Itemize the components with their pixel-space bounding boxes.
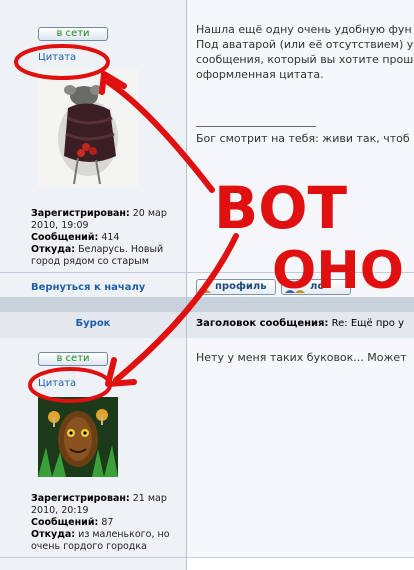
- post-line: Нашла ещё одну очень удобную фун: [196, 23, 412, 36]
- location-row: Откуда: из маленького, но очень гордого …: [31, 529, 170, 552]
- footer-left-post2: [0, 558, 186, 570]
- post-body: Нашла ещё одну очень удобную фун Под ава…: [196, 22, 414, 82]
- profile-button[interactable]: профиль: [196, 279, 276, 295]
- subject-label: Заголовок сообщения:: [196, 318, 329, 329]
- pm-button-label: лс: [310, 281, 324, 292]
- avatar: [38, 68, 138, 188]
- registered-row: Зарегистрирован: 20 мар 2010, 19:09: [31, 208, 167, 231]
- profile-icon: [200, 281, 212, 293]
- online-badge: в сети: [38, 27, 108, 41]
- registered-row: Зарегистрирован: 21 мар 2010, 20:19: [31, 493, 167, 516]
- post-line: оформленная цитата.: [196, 68, 324, 81]
- back-to-top-link[interactable]: Вернуться к началу: [31, 282, 145, 293]
- column-divider: [186, 0, 187, 570]
- avatar: [38, 397, 118, 477]
- author-info: Зарегистрирован: 20 мар 2010, 19:09 Сооб…: [31, 208, 181, 268]
- posts-count-row: Сообщений: 414: [31, 232, 120, 243]
- post-line: Под аватарой (или её отсутствием) у: [196, 38, 414, 51]
- quote-link[interactable]: Цитата: [38, 378, 76, 389]
- post-subject: Заголовок сообщения: Re: Ещё про у: [196, 318, 414, 329]
- users-icon: [285, 281, 307, 293]
- signature-divider: [196, 126, 316, 127]
- quote-link[interactable]: Цитата: [38, 52, 76, 63]
- online-badge: в сети: [38, 352, 108, 366]
- subject-value: Re: Ещё про у: [331, 318, 404, 329]
- profile-button-label: профиль: [215, 281, 267, 292]
- author-info: Зарегистрирован: 21 мар 2010, 20:19 Сооб…: [31, 493, 181, 553]
- post-line: сообщения, который вы хотите прош: [196, 53, 414, 66]
- right-column-post2: [187, 338, 414, 558]
- author-name[interactable]: Бурок: [0, 318, 186, 329]
- post-separator: [0, 297, 414, 311]
- pm-button[interactable]: лс: [281, 279, 351, 295]
- signature: Бог смотрит на тебя: живи так, чтоб: [196, 132, 410, 145]
- posts-count-row: Сообщений: 87: [31, 517, 114, 528]
- post-body: Нету у меня таких буковок... Может: [196, 351, 407, 364]
- location-row: Откуда: Беларусь. Новый город рядом со с…: [31, 244, 164, 267]
